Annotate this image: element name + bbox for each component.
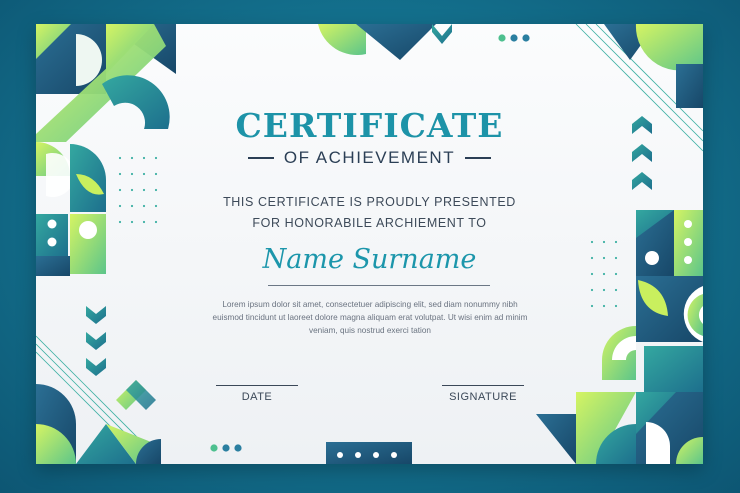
certificate-content: CERTIFICATE OF ACHIEVEMENT THIS CERTIFIC… [36, 24, 703, 464]
signature-label: SIGNATURE [449, 391, 517, 403]
presented-line-1: THIS CERTIFICATE IS PROUDLY PRESENTED [223, 195, 516, 209]
presented-line-2: FOR HONORABILE ARCHIEMENT TO [252, 216, 487, 230]
certificate-title: CERTIFICATE [235, 106, 504, 145]
signature-line [442, 385, 524, 386]
certificate-subtitle: OF ACHIEVEMENT [283, 148, 456, 167]
subtitle-divider-right [465, 157, 492, 159]
date-label: DATE [241, 391, 273, 403]
body-line-3: veniam, quis nostrud exerci tation [309, 326, 431, 335]
date-line [216, 385, 298, 386]
certificate-card: CERTIFICATE OF ACHIEVEMENT THIS CERTIFIC… [36, 24, 703, 464]
recipient-name: Name Surname [262, 244, 477, 275]
body-line-1: Lorem ipsum dolor sit amet, consectetuer… [222, 300, 518, 309]
subtitle-divider-left [247, 157, 274, 159]
subtitle-row: OF ACHIEVEMENT [36, 148, 703, 168]
certificate-body: Lorem ipsum dolor sit amet, consectetuer… [204, 298, 536, 337]
body-line-2: euismod tincidunt ut laoreet dolore magn… [212, 313, 528, 322]
presented-text: THIS CERTIFICATE IS PROUDLY PRESENTED FO… [36, 192, 703, 234]
recipient-name-underline [268, 285, 490, 286]
